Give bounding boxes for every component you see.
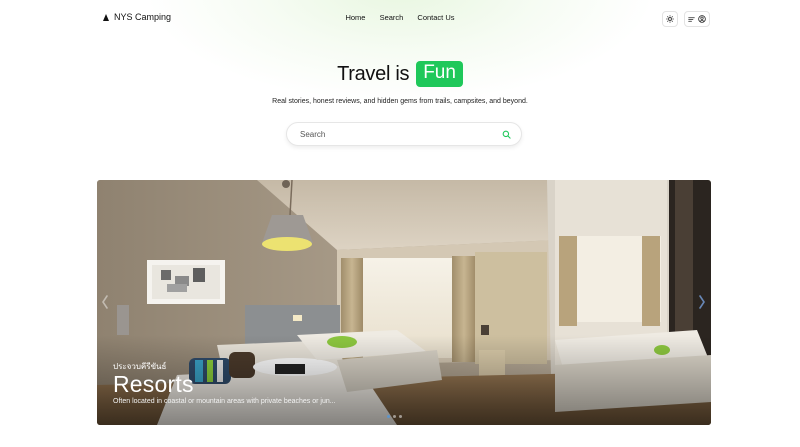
search-bar bbox=[286, 122, 522, 146]
carousel-dot[interactable] bbox=[387, 415, 390, 418]
nav-home[interactable]: Home bbox=[345, 13, 365, 22]
carousel-prev-button[interactable] bbox=[98, 292, 112, 312]
hero-title-highlight: Fun bbox=[416, 61, 463, 87]
main-nav: Home Search Contact Us bbox=[0, 13, 800, 22]
nav-search[interactable]: Search bbox=[380, 13, 404, 22]
account-menu-button[interactable] bbox=[684, 11, 710, 27]
featured-carousel[interactable]: ประจวบคีรีขันธ์ Resorts Often located in… bbox=[97, 180, 711, 425]
hero-subtitle: Real stories, honest reviews, and hidden… bbox=[272, 98, 528, 105]
chevron-left-icon bbox=[102, 295, 108, 309]
chevron-right-icon bbox=[699, 295, 705, 309]
search-input[interactable] bbox=[300, 129, 502, 139]
hero-title-prefix: Travel is bbox=[337, 62, 410, 85]
menu-icon bbox=[688, 16, 695, 22]
slide-title[interactable]: Resorts bbox=[113, 371, 194, 398]
user-circle-icon bbox=[698, 15, 706, 23]
sun-icon bbox=[666, 15, 674, 23]
nav-contact-us[interactable]: Contact Us bbox=[417, 13, 454, 22]
theme-toggle-button[interactable] bbox=[662, 11, 678, 27]
slide-description: Often located in coastal or mountain are… bbox=[113, 398, 336, 405]
carousel-dot[interactable] bbox=[399, 415, 402, 418]
carousel-indicators bbox=[387, 415, 402, 418]
search-icon[interactable] bbox=[502, 130, 511, 139]
site-header: NYS Camping Home Search Contact Us bbox=[0, 0, 800, 38]
carousel-next-button[interactable] bbox=[695, 292, 709, 312]
carousel-dot[interactable] bbox=[393, 415, 396, 418]
hero-title: Travel is Fun bbox=[0, 61, 800, 87]
